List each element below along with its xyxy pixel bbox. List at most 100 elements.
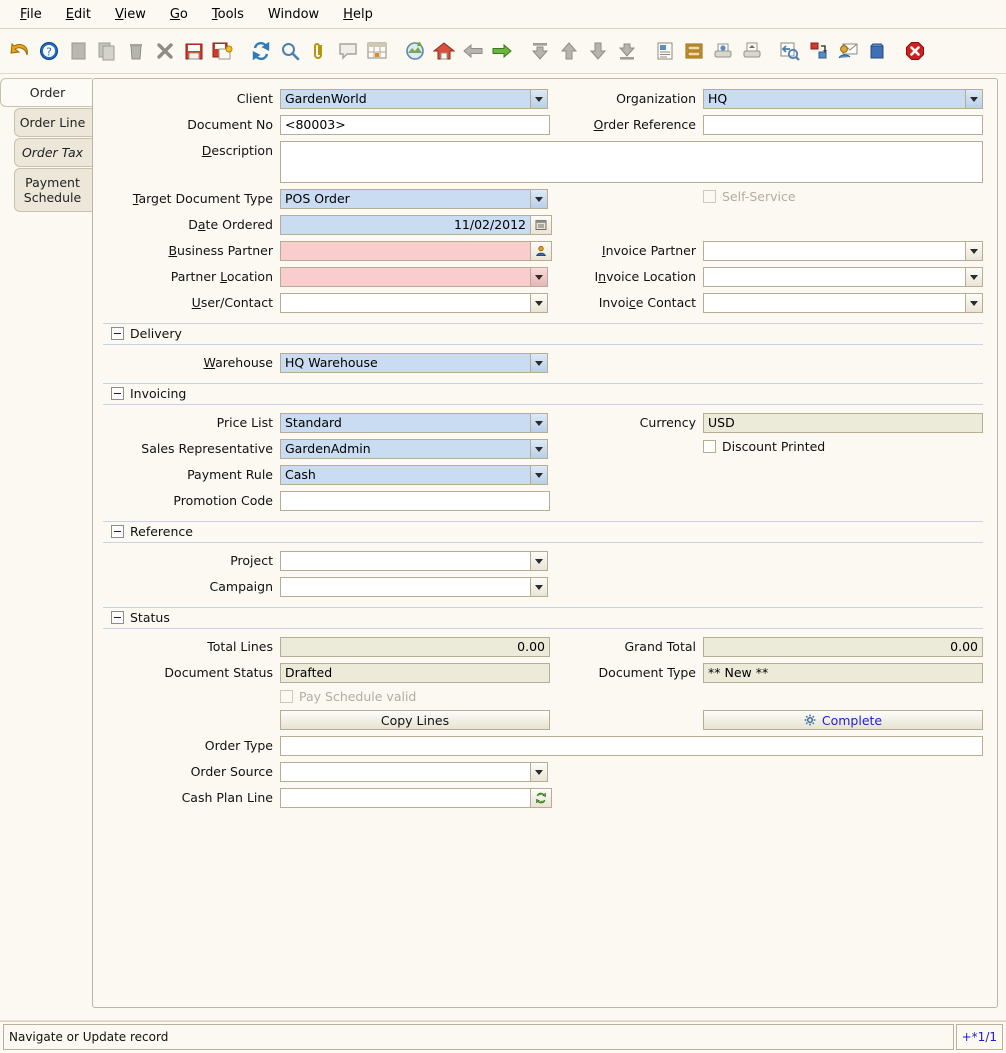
tab-payment-schedule[interactable]: Payment Schedule [14, 168, 92, 212]
menu-edit[interactable]: Edit [54, 4, 103, 25]
help-icon[interactable]: ? [35, 36, 63, 66]
refresh-icon[interactable] [247, 36, 275, 66]
previous-record-icon[interactable] [459, 36, 487, 66]
next-record-icon[interactable] [488, 36, 516, 66]
chevron-down-icon[interactable] [965, 267, 983, 287]
chevron-down-icon[interactable] [530, 577, 548, 597]
history-icon[interactable] [401, 36, 429, 66]
order-source-combo[interactable] [280, 762, 548, 782]
menu-help[interactable]: Help [331, 4, 385, 25]
date-ordered-value[interactable]: 11/02/2012 [280, 215, 530, 235]
collapse-icon[interactable] [111, 525, 124, 538]
project-combo[interactable] [280, 551, 548, 571]
cash-plan-line-lookup-icon[interactable] [530, 788, 552, 808]
menu-go[interactable]: Go [158, 4, 200, 25]
campaign-combo[interactable] [280, 577, 548, 597]
price-list-value[interactable]: Standard [280, 413, 530, 433]
report-icon[interactable] [651, 36, 679, 66]
date-ordered-field[interactable]: 11/02/2012 [280, 215, 552, 235]
collapse-icon[interactable] [111, 611, 124, 624]
discount-printed-checkbox-row[interactable]: Discount Printed [703, 439, 825, 454]
chevron-down-icon[interactable] [530, 189, 548, 209]
chevron-down-icon[interactable] [530, 762, 548, 782]
next-page-icon[interactable] [584, 36, 612, 66]
invoice-partner-value[interactable] [703, 241, 965, 261]
zoom-across-icon[interactable] [776, 36, 804, 66]
tab-order-line[interactable]: Order Line [14, 108, 92, 137]
save-create-new-icon[interactable] [209, 36, 237, 66]
section-invoicing-header[interactable]: Invoicing [103, 384, 983, 404]
partner-location-combo[interactable] [280, 267, 548, 287]
cash-plan-line-input[interactable] [280, 788, 530, 808]
project-value[interactable] [280, 551, 530, 571]
organization-combo[interactable]: HQ [703, 89, 983, 109]
business-partner-input[interactable] [280, 241, 530, 261]
invoice-contact-combo[interactable] [703, 293, 983, 313]
invoice-partner-combo[interactable] [703, 241, 983, 261]
first-record-icon[interactable] [526, 36, 554, 66]
payment-rule-combo[interactable]: Cash [280, 465, 548, 485]
save-icon[interactable] [180, 36, 208, 66]
campaign-value[interactable] [280, 577, 530, 597]
payment-rule-value[interactable]: Cash [280, 465, 530, 485]
chevron-down-icon[interactable] [530, 353, 548, 373]
chevron-down-icon[interactable] [530, 89, 548, 109]
client-value[interactable]: GardenWorld [280, 89, 530, 109]
order-source-value[interactable] [280, 762, 530, 782]
print-preview-icon[interactable] [709, 36, 737, 66]
user-contact-value[interactable] [280, 293, 530, 313]
complete-button[interactable]: Complete [703, 710, 983, 730]
invoice-location-combo[interactable] [703, 267, 983, 287]
calendar-icon[interactable] [530, 215, 552, 235]
target-document-type-value[interactable]: POS Order [280, 189, 530, 209]
archive-icon[interactable] [680, 36, 708, 66]
business-partner-field[interactable] [280, 241, 552, 261]
request-icon[interactable] [834, 36, 862, 66]
chevron-down-icon[interactable] [530, 465, 548, 485]
menu-view[interactable]: View [103, 4, 158, 25]
copy-lines-button[interactable]: Copy Lines [280, 710, 550, 730]
cash-plan-line-field[interactable] [280, 788, 552, 808]
section-status-header[interactable]: Status [103, 608, 983, 628]
previous-page-icon[interactable] [555, 36, 583, 66]
discount-printed-checkbox[interactable] [703, 440, 716, 453]
menu-window[interactable]: Window [256, 4, 331, 25]
price-list-combo[interactable]: Standard [280, 413, 548, 433]
order-type-input[interactable] [280, 736, 983, 756]
last-record-icon[interactable] [613, 36, 641, 66]
section-delivery-header[interactable]: Delivery [103, 324, 983, 344]
client-combo[interactable]: GardenWorld [280, 89, 548, 109]
target-document-type-combo[interactable]: POS Order [280, 189, 548, 209]
chevron-down-icon[interactable] [965, 293, 983, 313]
organization-value[interactable]: HQ [703, 89, 965, 109]
product-info-icon[interactable] [863, 36, 891, 66]
document-no-input[interactable]: <80003> [280, 115, 550, 135]
user-contact-combo[interactable] [280, 293, 548, 313]
chevron-down-icon[interactable] [530, 267, 548, 287]
invoice-contact-value[interactable] [703, 293, 965, 313]
chevron-down-icon[interactable] [530, 439, 548, 459]
active-workflow-icon[interactable] [805, 36, 833, 66]
collapse-icon[interactable] [111, 387, 124, 400]
promotion-code-input[interactable] [280, 491, 550, 511]
tab-order-tax[interactable]: Order Tax [14, 138, 92, 167]
find-icon[interactable] [276, 36, 304, 66]
menu-tools[interactable]: Tools [200, 4, 256, 25]
print-icon[interactable] [738, 36, 766, 66]
chevron-down-icon[interactable] [965, 89, 983, 109]
chevron-down-icon[interactable] [530, 293, 548, 313]
attachment-icon[interactable] [305, 36, 333, 66]
sales-representative-combo[interactable]: GardenAdmin [280, 439, 548, 459]
warehouse-value[interactable]: HQ Warehouse [280, 353, 530, 373]
order-reference-input[interactable] [703, 115, 983, 135]
grid-toggle-icon[interactable] [363, 36, 391, 66]
collapse-icon[interactable] [111, 327, 124, 340]
menu-file[interactable]: File [8, 4, 54, 25]
invoice-location-value[interactable] [703, 267, 965, 287]
warehouse-combo[interactable]: HQ Warehouse [280, 353, 548, 373]
section-reference-header[interactable]: Reference [103, 522, 983, 542]
undo-icon[interactable] [6, 36, 34, 66]
chevron-down-icon[interactable] [530, 413, 548, 433]
chevron-down-icon[interactable] [965, 241, 983, 261]
chevron-down-icon[interactable] [530, 551, 548, 571]
